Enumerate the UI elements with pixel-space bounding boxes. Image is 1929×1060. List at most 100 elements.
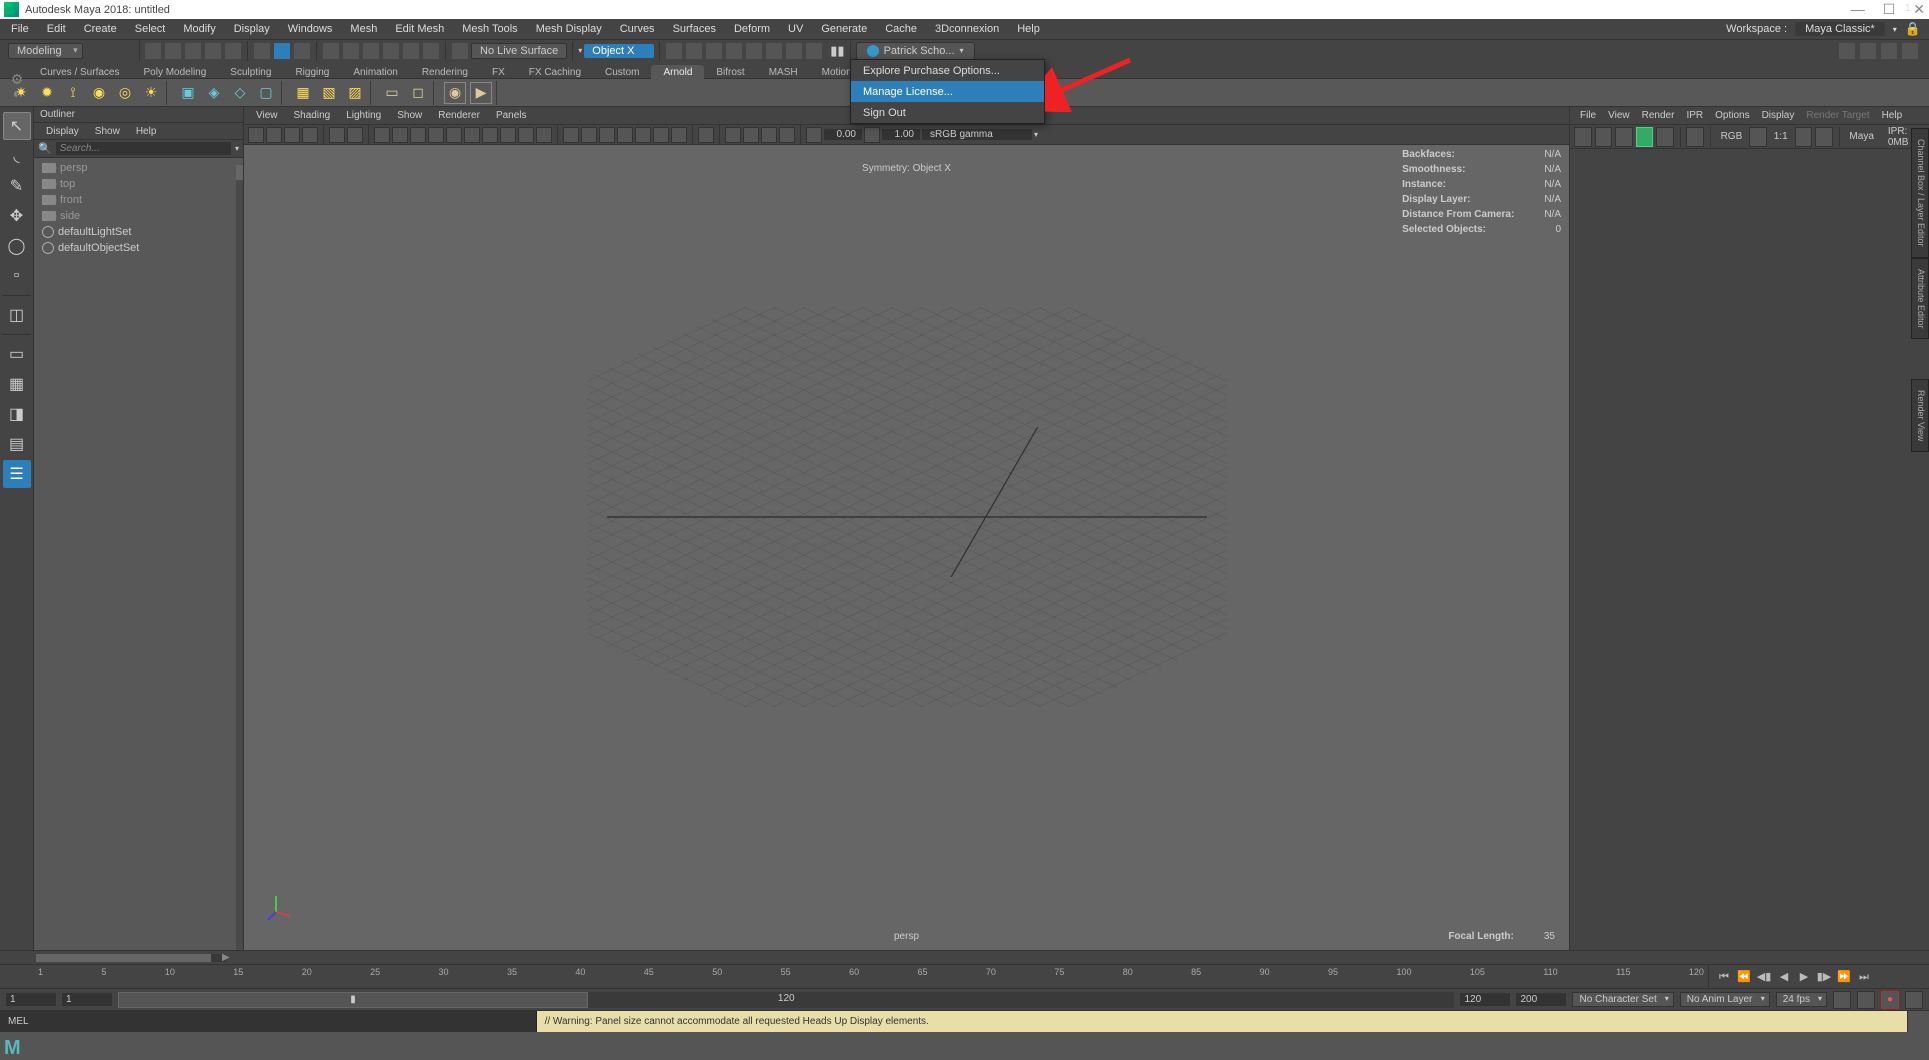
menu-mesh-display[interactable]: Mesh Display <box>527 23 611 35</box>
ipr-button[interactable] <box>1636 127 1654 147</box>
outliner-search-input[interactable] <box>56 142 231 155</box>
account-menu-explore-purchase-options[interactable]: Explore Purchase Options... <box>851 60 1044 81</box>
mesh-light-icon[interactable]: ✹ <box>36 82 58 104</box>
account-menu-sign-out[interactable]: Sign Out <box>851 102 1044 123</box>
open-scene-button[interactable] <box>164 42 182 60</box>
colorspace-dropdown[interactable]: sRGB gamma <box>922 129 1032 140</box>
colorspace-arrow-icon[interactable]: ▾ <box>1034 130 1038 139</box>
playback-end-field[interactable]: 120 <box>1460 993 1510 1006</box>
four-pane-button[interactable]: ▦ <box>3 370 31 398</box>
outliner-item-top[interactable]: top <box>34 176 243 192</box>
vtab-attribute-editor[interactable]: Attribute Editor <box>1911 258 1929 340</box>
make-live-button[interactable] <box>451 42 469 60</box>
viewport-menu-renderer[interactable]: Renderer <box>430 110 488 121</box>
toggle-channel-box-button[interactable] <box>1901 42 1919 60</box>
aistandard-icon[interactable]: ◈ <box>203 82 225 104</box>
anim-layer-dropdown[interactable]: No Anim Layer <box>1680 992 1770 1007</box>
shelf-tab-custom[interactable]: Custom <box>593 65 651 81</box>
shading-opt-4-button[interactable] <box>536 127 552 143</box>
playblast-button[interactable] <box>805 42 823 60</box>
shelf-tab-fx[interactable]: FX <box>480 65 517 81</box>
rotate-tool[interactable]: ◯ <box>3 232 31 260</box>
move-tool[interactable]: ✥ <box>3 202 31 230</box>
textured-button[interactable] <box>428 127 444 143</box>
menu-windows[interactable]: Windows <box>279 23 342 35</box>
select-by-component-button[interactable] <box>293 42 311 60</box>
render-menu-view[interactable]: View <box>1602 110 1636 121</box>
render-settings-button[interactable] <box>745 42 763 60</box>
shelf-tab-poly-modeling[interactable]: Poly Modeling <box>131 65 218 81</box>
single-pane-button[interactable]: ▭ <box>3 340 31 368</box>
anim-end-field[interactable]: 200 <box>1516 993 1566 1006</box>
play-back-button[interactable]: ◀ <box>1775 969 1793 985</box>
isolate-select-button[interactable] <box>563 127 579 143</box>
xray-button[interactable] <box>581 127 597 143</box>
menu-3dconnexion[interactable]: 3Dconnexion <box>926 23 1008 35</box>
select-by-hierarchy-button[interactable] <box>253 42 271 60</box>
outliner-item-persp[interactable]: persp <box>34 160 243 176</box>
viewport-menu-shading[interactable]: Shading <box>286 110 339 121</box>
standard-surface-icon[interactable]: ▣ <box>177 82 199 104</box>
xray-joints-button[interactable] <box>599 127 615 143</box>
standin-icon[interactable]: ▢ <box>255 82 277 104</box>
light-editor-button[interactable] <box>785 42 803 60</box>
shading-opt-2-button[interactable] <box>500 127 516 143</box>
menu-create[interactable]: Create <box>75 23 126 35</box>
render-settings-icon[interactable] <box>1686 127 1704 147</box>
two-pane-side-button[interactable]: ◨ <box>3 400 31 428</box>
save-scene-button[interactable] <box>184 42 202 60</box>
shelf-tab-fx-caching[interactable]: FX Caching <box>517 65 593 81</box>
outliner-toggle-button[interactable]: ☰ <box>3 460 31 488</box>
shelf-tab-rigging[interactable]: Rigging <box>283 65 341 81</box>
skydome-light-icon[interactable]: ◉ <box>88 82 110 104</box>
exposure-field[interactable]: 0.00 <box>824 129 862 140</box>
workspace-arrow-icon[interactable]: ▾ <box>1893 25 1897 34</box>
refresh-ipr-button[interactable] <box>1656 127 1674 147</box>
toggle-modeling-toolkit-button[interactable] <box>1838 42 1856 60</box>
character-set-dropdown[interactable]: No Character Set <box>1572 992 1673 1007</box>
photometric-light-icon[interactable]: ⟟ <box>62 82 84 104</box>
field-chart-button[interactable] <box>779 127 795 143</box>
script-language-dropdown[interactable]: MEL <box>0 1011 37 1032</box>
keep-image-button[interactable] <box>1815 127 1833 147</box>
display-alpha-button[interactable] <box>1749 127 1767 147</box>
grid-toggle-button[interactable] <box>698 127 714 143</box>
use-lights-button[interactable] <box>446 127 462 143</box>
lock-icon[interactable]: 🔒 <box>1905 21 1921 37</box>
vtab-channel-box[interactable]: Channel Box / Layer Editor <box>1911 128 1929 258</box>
open-render-view-button[interactable] <box>665 42 683 60</box>
new-scene-button[interactable] <box>144 42 162 60</box>
set-key-button[interactable]: ● <box>1881 991 1899 1009</box>
outliner-menu-display[interactable]: Display <box>38 126 87 137</box>
renderer-dropdown[interactable]: Maya <box>1845 131 1877 142</box>
shelf-tab-sculpting[interactable]: Sculpting <box>218 65 283 81</box>
snap-curve-button[interactable] <box>342 42 360 60</box>
scroll-right-icon[interactable]: ▶ <box>222 952 230 963</box>
step-forward-key-button[interactable]: ⏩ <box>1835 969 1853 985</box>
wireframe-button[interactable] <box>392 127 408 143</box>
exposure-icon[interactable] <box>806 127 822 143</box>
resolution-gate-button[interactable] <box>743 127 759 143</box>
autokey-button[interactable] <box>1857 991 1875 1009</box>
snap-plane-button[interactable] <box>402 42 420 60</box>
channel-dropdown[interactable]: RGB <box>1717 131 1747 142</box>
render-menu-file[interactable]: File <box>1574 110 1602 121</box>
image-plane-button[interactable] <box>302 127 318 143</box>
outliner-menu-show[interactable]: Show <box>87 126 128 137</box>
camera-lock-button[interactable] <box>266 127 282 143</box>
step-forward-button[interactable]: ▮▶ <box>1815 969 1833 985</box>
outliner-scrollbar[interactable] <box>236 165 243 950</box>
menu-surfaces[interactable]: Surfaces <box>664 23 725 35</box>
lasso-tool[interactable]: ◟ <box>3 142 31 170</box>
outliner-item-front[interactable]: front <box>34 192 243 208</box>
hypershade-button[interactable] <box>765 42 783 60</box>
symmetry-arrow-icon[interactable]: ▾ <box>578 46 582 55</box>
viewport-menu-lighting[interactable]: Lighting <box>338 110 389 121</box>
gamma-icon[interactable] <box>864 127 880 143</box>
shading-style-1-button[interactable] <box>374 127 390 143</box>
film-gate-button[interactable] <box>725 127 741 143</box>
misc-view-3-button[interactable] <box>653 127 669 143</box>
snap-live-button[interactable] <box>422 42 440 60</box>
menu-deform[interactable]: Deform <box>725 23 779 35</box>
shelf-tab-curves-surfaces[interactable]: Curves / Surfaces <box>28 65 131 81</box>
